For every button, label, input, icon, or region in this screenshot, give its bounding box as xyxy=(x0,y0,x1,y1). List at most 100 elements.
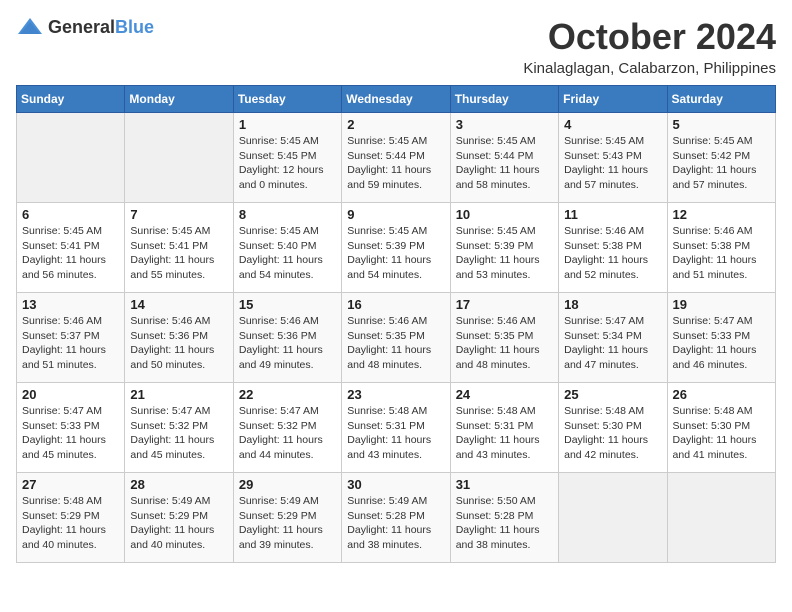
day-number: 5 xyxy=(673,117,770,132)
day-detail: Sunrise: 5:49 AM Sunset: 5:29 PM Dayligh… xyxy=(130,494,227,553)
calendar-cell xyxy=(125,113,233,203)
day-detail: Sunrise: 5:47 AM Sunset: 5:32 PM Dayligh… xyxy=(239,404,336,463)
calendar-cell: 26 Sunrise: 5:48 AM Sunset: 5:30 PM Dayli… xyxy=(667,383,775,473)
day-number: 24 xyxy=(456,387,553,402)
day-detail: Sunrise: 5:46 AM Sunset: 5:35 PM Dayligh… xyxy=(347,314,444,373)
day-detail: Sunrise: 5:46 AM Sunset: 5:38 PM Dayligh… xyxy=(564,224,661,283)
day-number: 26 xyxy=(673,387,770,402)
weekday-header-cell: Friday xyxy=(559,86,667,113)
calendar-cell: 7 Sunrise: 5:45 AM Sunset: 5:41 PM Daylig… xyxy=(125,203,233,293)
day-detail: Sunrise: 5:45 AM Sunset: 5:41 PM Dayligh… xyxy=(22,224,119,283)
calendar-cell: 2 Sunrise: 5:45 AM Sunset: 5:44 PM Daylig… xyxy=(342,113,450,203)
day-number: 27 xyxy=(22,477,119,492)
day-detail: Sunrise: 5:46 AM Sunset: 5:36 PM Dayligh… xyxy=(239,314,336,373)
day-number: 31 xyxy=(456,477,553,492)
calendar-cell: 29 Sunrise: 5:49 AM Sunset: 5:29 PM Dayli… xyxy=(233,473,341,563)
day-detail: Sunrise: 5:46 AM Sunset: 5:38 PM Dayligh… xyxy=(673,224,770,283)
day-detail: Sunrise: 5:46 AM Sunset: 5:36 PM Dayligh… xyxy=(130,314,227,373)
day-detail: Sunrise: 5:45 AM Sunset: 5:44 PM Dayligh… xyxy=(347,134,444,193)
day-detail: Sunrise: 5:45 AM Sunset: 5:42 PM Dayligh… xyxy=(673,134,770,193)
day-detail: Sunrise: 5:50 AM Sunset: 5:28 PM Dayligh… xyxy=(456,494,553,553)
calendar-cell: 10Sunrise: 5:45 AM Sunset: 5:39 PM Dayli… xyxy=(450,203,558,293)
calendar-cell: 12 Sunrise: 5:46 AM Sunset: 5:38 PM Dayli… xyxy=(667,203,775,293)
calendar-cell: 8 Sunrise: 5:45 AM Sunset: 5:40 PM Daylig… xyxy=(233,203,341,293)
calendar-cell xyxy=(559,473,667,563)
day-number: 23 xyxy=(347,387,444,402)
day-number: 11 xyxy=(564,207,661,222)
day-number: 28 xyxy=(130,477,227,492)
day-detail: Sunrise: 5:45 AM Sunset: 5:44 PM Dayligh… xyxy=(456,134,553,193)
calendar-cell: 20 Sunrise: 5:47 AM Sunset: 5:33 PM Dayli… xyxy=(17,383,125,473)
calendar-cell: 19 Sunrise: 5:47 AM Sunset: 5:33 PM Dayli… xyxy=(667,293,775,383)
day-detail: Sunrise: 5:45 AM Sunset: 5:43 PM Dayligh… xyxy=(564,134,661,193)
weekday-header-cell: Thursday xyxy=(450,86,558,113)
calendar-cell: 18 Sunrise: 5:47 AM Sunset: 5:34 PM Dayli… xyxy=(559,293,667,383)
calendar-body: 1 Sunrise: 5:45 AM Sunset: 5:45 PM Daylig… xyxy=(17,113,776,563)
calendar-cell: 22Sunrise: 5:47 AM Sunset: 5:32 PM Dayli… xyxy=(233,383,341,473)
month-title: October 2024 xyxy=(523,16,776,58)
header: GeneralBlue October 2024 Kinalaglagan, C… xyxy=(16,16,776,77)
calendar-cell xyxy=(17,113,125,203)
weekday-header-cell: Monday xyxy=(125,86,233,113)
day-number: 4 xyxy=(564,117,661,132)
day-detail: Sunrise: 5:47 AM Sunset: 5:32 PM Dayligh… xyxy=(130,404,227,463)
calendar-cell xyxy=(667,473,775,563)
day-number: 18 xyxy=(564,297,661,312)
day-detail: Sunrise: 5:47 AM Sunset: 5:33 PM Dayligh… xyxy=(22,404,119,463)
day-detail: Sunrise: 5:46 AM Sunset: 5:35 PM Dayligh… xyxy=(456,314,553,373)
day-number: 2 xyxy=(347,117,444,132)
day-detail: Sunrise: 5:46 AM Sunset: 5:37 PM Dayligh… xyxy=(22,314,119,373)
day-detail: Sunrise: 5:48 AM Sunset: 5:30 PM Dayligh… xyxy=(673,404,770,463)
day-number: 8 xyxy=(239,207,336,222)
day-detail: Sunrise: 5:49 AM Sunset: 5:29 PM Dayligh… xyxy=(239,494,336,553)
calendar-cell: 25Sunrise: 5:48 AM Sunset: 5:30 PM Dayli… xyxy=(559,383,667,473)
day-detail: Sunrise: 5:49 AM Sunset: 5:28 PM Dayligh… xyxy=(347,494,444,553)
calendar-cell: 5 Sunrise: 5:45 AM Sunset: 5:42 PM Daylig… xyxy=(667,113,775,203)
day-number: 12 xyxy=(673,207,770,222)
calendar-cell: 23 Sunrise: 5:48 AM Sunset: 5:31 PM Dayli… xyxy=(342,383,450,473)
weekday-header-cell: Saturday xyxy=(667,86,775,113)
calendar-cell: 16Sunrise: 5:46 AM Sunset: 5:35 PM Dayli… xyxy=(342,293,450,383)
calendar-cell: 11 Sunrise: 5:46 AM Sunset: 5:38 PM Dayli… xyxy=(559,203,667,293)
day-number: 3 xyxy=(456,117,553,132)
calendar-cell: 14Sunrise: 5:46 AM Sunset: 5:36 PM Dayli… xyxy=(125,293,233,383)
day-number: 7 xyxy=(130,207,227,222)
day-number: 21 xyxy=(130,387,227,402)
day-number: 13 xyxy=(22,297,119,312)
day-detail: Sunrise: 5:45 AM Sunset: 5:40 PM Dayligh… xyxy=(239,224,336,283)
weekday-header-cell: Wednesday xyxy=(342,86,450,113)
day-detail: Sunrise: 5:45 AM Sunset: 5:45 PM Dayligh… xyxy=(239,134,336,193)
calendar-week-row: 6Sunrise: 5:45 AM Sunset: 5:41 PM Daylig… xyxy=(17,203,776,293)
day-detail: Sunrise: 5:45 AM Sunset: 5:39 PM Dayligh… xyxy=(347,224,444,283)
day-detail: Sunrise: 5:45 AM Sunset: 5:41 PM Dayligh… xyxy=(130,224,227,283)
calendar-week-row: 20 Sunrise: 5:47 AM Sunset: 5:33 PM Dayli… xyxy=(17,383,776,473)
calendar-cell: 24 Sunrise: 5:48 AM Sunset: 5:31 PM Dayli… xyxy=(450,383,558,473)
calendar-cell: 15 Sunrise: 5:46 AM Sunset: 5:36 PM Dayli… xyxy=(233,293,341,383)
day-number: 1 xyxy=(239,117,336,132)
day-number: 15 xyxy=(239,297,336,312)
calendar-cell: 4 Sunrise: 5:45 AM Sunset: 5:43 PM Daylig… xyxy=(559,113,667,203)
calendar-cell: 30Sunrise: 5:49 AM Sunset: 5:28 PM Dayli… xyxy=(342,473,450,563)
calendar-week-row: 1 Sunrise: 5:45 AM Sunset: 5:45 PM Daylig… xyxy=(17,113,776,203)
day-number: 29 xyxy=(239,477,336,492)
location-title: Kinalaglagan, Calabarzon, Philippines xyxy=(523,60,776,77)
day-detail: Sunrise: 5:47 AM Sunset: 5:34 PM Dayligh… xyxy=(564,314,661,373)
calendar-cell: 27 Sunrise: 5:48 AM Sunset: 5:29 PM Dayli… xyxy=(17,473,125,563)
weekday-header-cell: Sunday xyxy=(17,86,125,113)
calendar-cell: 3 Sunrise: 5:45 AM Sunset: 5:44 PM Daylig… xyxy=(450,113,558,203)
day-detail: Sunrise: 5:48 AM Sunset: 5:31 PM Dayligh… xyxy=(456,404,553,463)
day-detail: Sunrise: 5:48 AM Sunset: 5:29 PM Dayligh… xyxy=(22,494,119,553)
logo: GeneralBlue xyxy=(16,16,154,38)
calendar-week-row: 27 Sunrise: 5:48 AM Sunset: 5:29 PM Dayli… xyxy=(17,473,776,563)
day-number: 10 xyxy=(456,207,553,222)
day-detail: Sunrise: 5:48 AM Sunset: 5:31 PM Dayligh… xyxy=(347,404,444,463)
calendar-cell: 9Sunrise: 5:45 AM Sunset: 5:39 PM Daylig… xyxy=(342,203,450,293)
title-area: October 2024 Kinalaglagan, Calabarzon, P… xyxy=(523,16,776,77)
day-detail: Sunrise: 5:47 AM Sunset: 5:33 PM Dayligh… xyxy=(673,314,770,373)
day-number: 20 xyxy=(22,387,119,402)
calendar-cell: 21 Sunrise: 5:47 AM Sunset: 5:32 PM Dayli… xyxy=(125,383,233,473)
logo-icon xyxy=(16,16,44,38)
day-number: 19 xyxy=(673,297,770,312)
calendar-cell: 6Sunrise: 5:45 AM Sunset: 5:41 PM Daylig… xyxy=(17,203,125,293)
calendar-cell: 1 Sunrise: 5:45 AM Sunset: 5:45 PM Daylig… xyxy=(233,113,341,203)
